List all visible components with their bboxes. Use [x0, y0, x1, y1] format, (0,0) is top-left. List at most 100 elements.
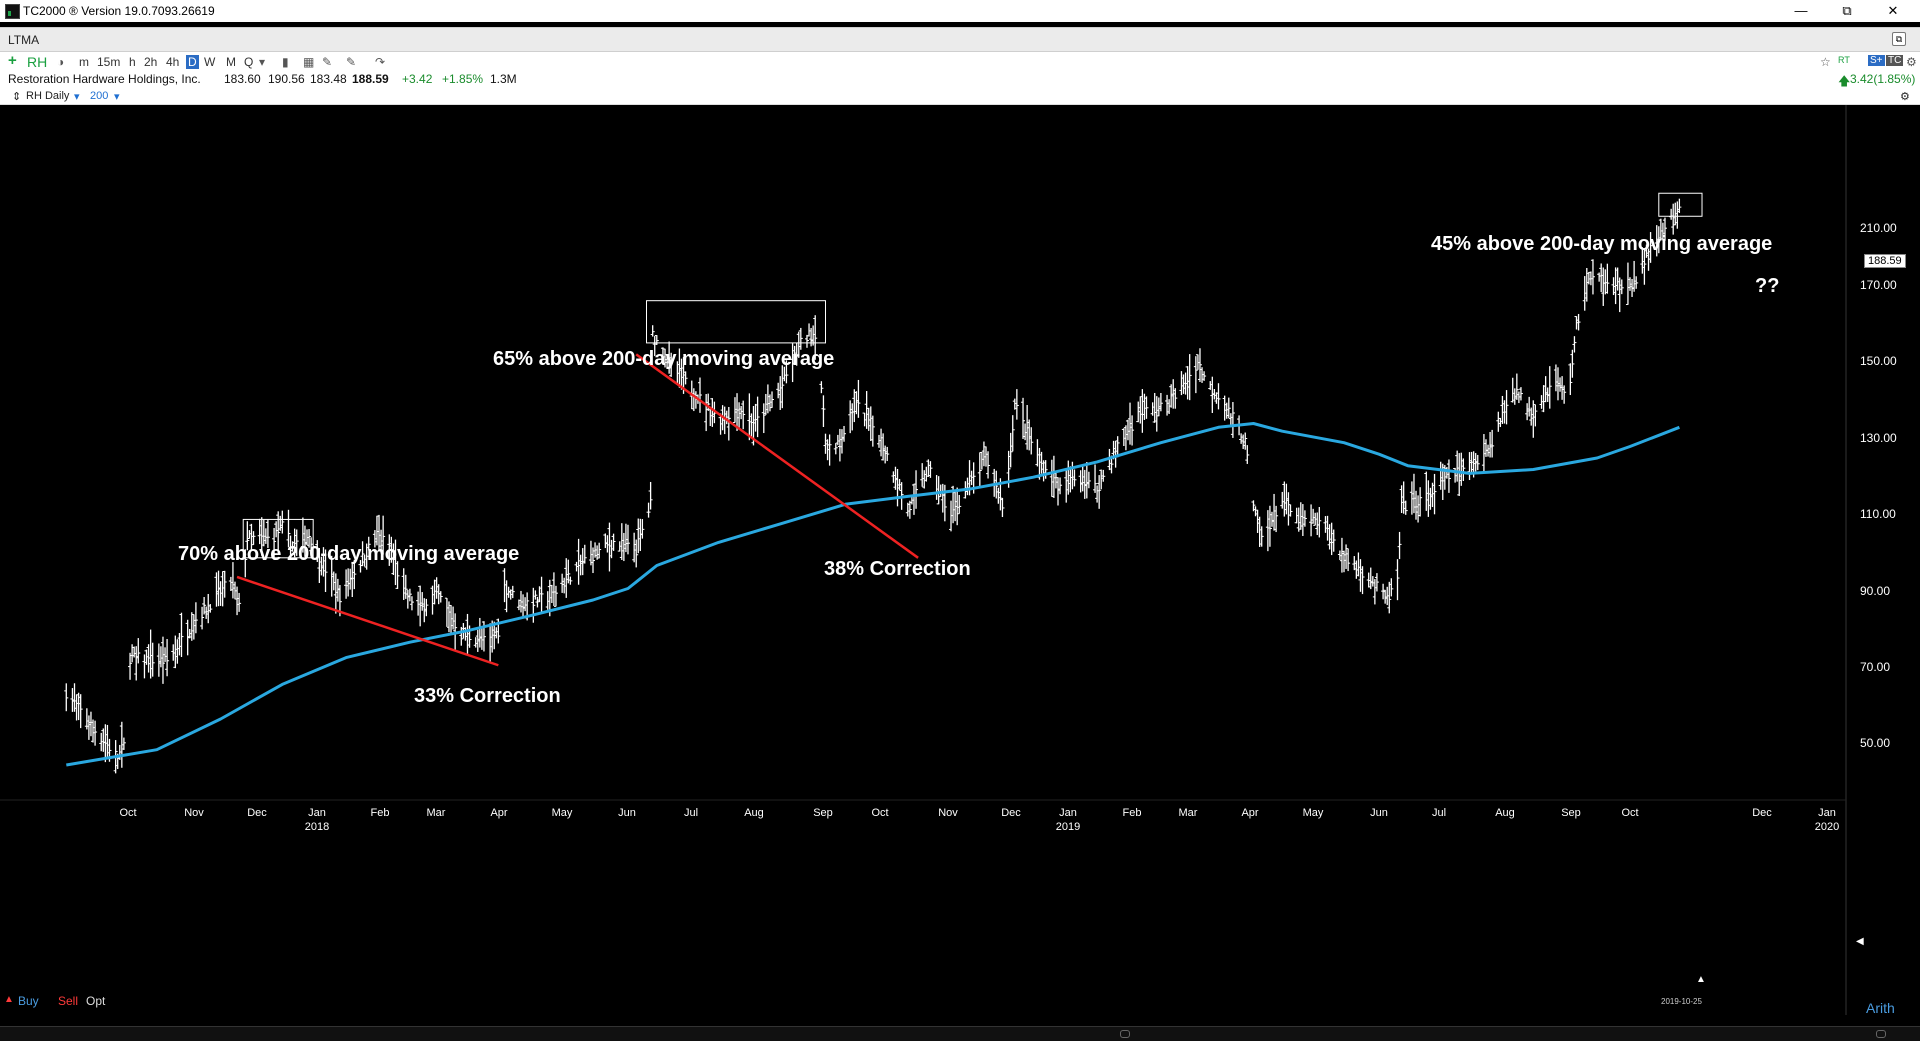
period-15m[interactable]: 15m — [97, 55, 120, 69]
right-change: 3.42(1.85%) — [1850, 72, 1916, 86]
horizontal-scrollbar[interactable] — [0, 1026, 1920, 1041]
x-tick-label: Jan — [1818, 807, 1836, 819]
price-chart[interactable]: 70% above 200-day moving average 65% abo… — [0, 105, 1920, 1040]
link-icon[interactable]: ◑ — [57, 55, 64, 69]
period-d[interactable]: D — [186, 55, 199, 69]
scroll-thumb-right[interactable] — [1876, 1030, 1886, 1038]
ma-period-dropdown-icon[interactable]: ▾ — [114, 90, 120, 103]
y-tick-label: 50.00 — [1860, 736, 1891, 750]
ma-period[interactable]: 200 — [90, 90, 108, 102]
trade-icon[interactable]: ▲ — [4, 994, 14, 1005]
restore-pane-icon[interactable]: ⧉ — [1892, 32, 1906, 46]
grid-icon[interactable]: ▦ — [303, 55, 314, 69]
y-tick-label: 130.00 — [1860, 431, 1897, 445]
chart-name-dropdown-icon[interactable]: ▾ — [74, 90, 80, 103]
x-year-label: 2018 — [304, 821, 330, 833]
moving-average-200-line — [66, 422, 1680, 767]
x-tick-label: Feb — [370, 807, 390, 819]
annotation-33pct-correction: 33% Correction — [414, 685, 561, 707]
tab-ltma[interactable]: LTMA — [8, 33, 39, 47]
annotation-question: ?? — [1755, 275, 1780, 297]
settings-icon[interactable]: ⚙ — [1906, 55, 1917, 69]
annotation-45pct: 45% above 200-day moving average — [1431, 233, 1773, 255]
period-4h[interactable]: 4h — [166, 55, 179, 69]
annotation-38pct-correction: 38% Correction — [824, 558, 971, 580]
x-tick-label: Jul — [1431, 807, 1447, 819]
scroll-up-icon[interactable]: ▲ — [1696, 974, 1706, 985]
annotation-70pct: 70% above 200-day moving average — [178, 543, 520, 565]
x-tick-label: Aug — [1495, 807, 1515, 819]
price-change-pct: +1.85% — [442, 72, 484, 86]
x-tick-label: Jun — [618, 807, 636, 819]
minimize-button[interactable]: — — [1778, 0, 1824, 22]
tc-badge-icon[interactable]: TC — [1886, 55, 1904, 66]
window-title: TC2000 ® Version 19.0.7093.26619 — [23, 4, 215, 18]
gear-icon[interactable]: ⚙ — [1900, 90, 1910, 103]
x-tick-label: May — [1302, 807, 1324, 819]
x-tick-label: Apr — [490, 807, 508, 819]
annotation-65pct: 65% above 200-day moving average — [493, 348, 835, 370]
x-tick-label: Dec — [247, 807, 267, 819]
realtime-badge: RT — [1838, 55, 1850, 65]
x-tick-label: Aug — [744, 807, 764, 819]
low-price: 183.48 — [310, 72, 347, 86]
app-logo-icon — [5, 4, 20, 19]
share-icon[interactable]: ↷ — [375, 55, 385, 69]
x-tick-label: Oct — [119, 807, 137, 819]
add-symbol-button[interactable]: + — [8, 52, 17, 69]
y-tick-label: 110.00 — [1860, 507, 1896, 521]
x-tick-label: Mar — [426, 807, 446, 819]
bar-style-icon[interactable]: ▮ — [282, 55, 289, 69]
y-tick-label: 70.00 — [1860, 660, 1891, 674]
opt-button[interactable]: Opt — [86, 994, 105, 1028]
s-badge-icon[interactable]: S+ — [1868, 55, 1885, 66]
restore-button[interactable]: ⧉ — [1824, 0, 1870, 22]
price-change: +3.42 — [402, 72, 433, 86]
quote-bar: Restoration Hardware Holdings, Inc. 183.… — [0, 70, 1920, 88]
chart-toolbar: + RH ◑ m 15m h 2h 4h D W M Q ▾ ▮ ▦ ✎ ✎ ↷… — [0, 52, 1920, 70]
company-name: Restoration Hardware Holdings, Inc. — [8, 72, 201, 86]
period-m-monthly[interactable]: M — [226, 55, 236, 69]
period-2h[interactable]: 2h — [144, 55, 157, 69]
period-h[interactable]: h — [129, 55, 136, 69]
x-tick-label: Feb — [1122, 807, 1142, 819]
sell-button[interactable]: Sell — [58, 994, 78, 1028]
pencil-icon[interactable]: ✎ — [322, 55, 332, 69]
tc2000-window: TC2000 ® Version 19.0.7093.26619 — ⧉ ✕ L… — [0, 0, 1920, 1041]
note-icon[interactable]: ✎ — [346, 55, 356, 69]
period-m[interactable]: m — [79, 55, 89, 69]
dropdown-icon[interactable]: ▾ — [259, 55, 265, 69]
x-tick-label: Jul — [683, 807, 699, 819]
volume: 1.3M — [490, 72, 517, 86]
symbol-input[interactable]: RH — [27, 54, 47, 70]
correction-trendline — [635, 353, 919, 559]
end-date-label: 2019-10-25 — [1661, 997, 1702, 1006]
period-w[interactable]: W — [204, 55, 215, 69]
x-tick-label: Mar — [1178, 807, 1198, 819]
peak-highlight-box — [1658, 192, 1703, 217]
x-tick-label: Dec — [1752, 807, 1772, 819]
scale-mode[interactable]: Arith — [1866, 1000, 1895, 1016]
x-tick-label: Jan — [1059, 807, 1077, 819]
chart-name[interactable]: RH Daily — [26, 90, 69, 102]
layout-tab-bar: LTMA ⧉ — [0, 27, 1920, 52]
x-tick-label: Nov — [938, 807, 958, 819]
sort-icon[interactable]: ⇕ — [12, 90, 21, 103]
x-tick-label: Oct — [871, 807, 889, 819]
x-tick-label: Sep — [813, 807, 833, 819]
x-year-label: 2020 — [1814, 821, 1840, 833]
star-icon[interactable]: ☆ — [1820, 55, 1831, 69]
period-q[interactable]: Q — [244, 55, 253, 69]
title-bar: TC2000 ® Version 19.0.7093.26619 — ⧉ ✕ — [0, 0, 1920, 22]
x-tick-label: Jun — [1370, 807, 1388, 819]
close-button[interactable]: ✕ — [1870, 0, 1916, 22]
last-price-tag: 188.59 — [1864, 254, 1906, 268]
scroll-left-icon[interactable]: ◀ — [1856, 936, 1864, 947]
last-price: 188.59 — [352, 72, 389, 86]
y-tick-label: 210.00 — [1860, 221, 1897, 235]
x-tick-label: May — [551, 807, 573, 819]
buy-button[interactable]: Buy — [18, 994, 39, 1028]
open-price: 183.60 — [224, 72, 261, 86]
x-tick-label: Jan — [308, 807, 326, 819]
scroll-thumb-left[interactable] — [1120, 1030, 1130, 1038]
